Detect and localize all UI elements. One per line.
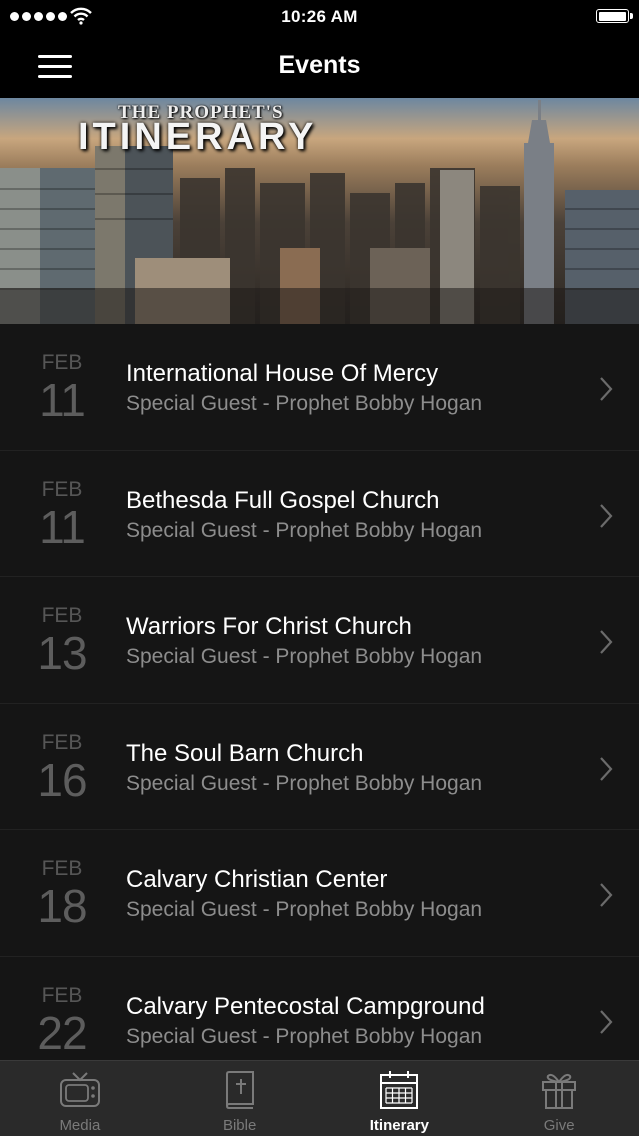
event-list: FEB 11 International House Of Mercy Spec… [0, 324, 639, 1060]
event-day: 11 [39, 500, 86, 553]
chevron-right-icon [600, 503, 613, 528]
battery-icon [596, 9, 633, 23]
chevron-right-icon [600, 630, 613, 654]
event-subtitle: Special Guest - Prophet Bobby Hogan [126, 392, 483, 415]
event-day: 13 [37, 627, 87, 679]
status-bar: 10:26 AM [0, 0, 639, 34]
tab-bar: Media Bible Itinerary Give [0, 1060, 639, 1136]
event-month: FEB [41, 477, 83, 501]
event-row[interactable]: FEB 18 Calvary Christian Center Special … [0, 830, 639, 957]
calendar-icon [380, 1071, 419, 1109]
event-subtitle: Special Guest - Prophet Bobby Hogan [126, 518, 483, 542]
status-time: 10:26 AM [281, 7, 358, 26]
event-month: FEB [41, 351, 83, 374]
page-title: Events [278, 51, 361, 79]
event-day: 16 [37, 753, 87, 806]
event-month: FEB [41, 983, 83, 1007]
tab-label: Give [543, 1117, 575, 1134]
tv-icon [59, 1072, 100, 1107]
event-day: 22 [37, 1006, 87, 1059]
navigation-bar: Events [0, 34, 639, 98]
event-title: The Soul Barn Church [126, 739, 364, 767]
tab-media[interactable]: Media [0, 1061, 160, 1136]
tab-label: Media [59, 1117, 101, 1134]
event-row[interactable]: FEB 22 Calvary Pentecostal Campground Sp… [0, 956, 639, 1060]
chevron-right-icon [600, 756, 613, 781]
tab-bible[interactable]: Bible [160, 1061, 320, 1136]
banner-title: ITINERARY [78, 116, 318, 158]
event-title: Warriors For Christ Church [126, 613, 412, 640]
event-row[interactable]: FEB 16 The Soul Barn Church Special Gues… [0, 703, 639, 830]
event-subtitle: Special Guest - Prophet Bobby Hogan [126, 771, 483, 795]
tab-label: Itinerary [369, 1117, 429, 1134]
tab-give[interactable]: Give [479, 1061, 639, 1136]
chevron-right-icon [600, 883, 613, 907]
event-month: FEB [41, 730, 83, 754]
itinerary-banner-image: THE PROPHET'S ITINERARY [0, 98, 639, 324]
bible-icon [225, 1071, 254, 1109]
event-row[interactable]: FEB 11 International House Of Mercy Spec… [0, 324, 639, 451]
tab-label: Bible [222, 1117, 257, 1134]
event-title: Bethesda Full Gospel Church [126, 486, 440, 514]
event-row[interactable]: FEB 11 Bethesda Full Gospel Church Speci… [0, 450, 639, 577]
event-month: FEB [41, 857, 83, 880]
event-title: International House Of Mercy [126, 360, 439, 387]
tab-itinerary[interactable]: Itinerary [320, 1061, 480, 1136]
gift-icon [542, 1073, 577, 1109]
event-month: FEB [41, 604, 83, 627]
event-subtitle: Special Guest - Prophet Bobby Hogan [126, 898, 483, 921]
chevron-right-icon [600, 377, 613, 401]
event-subtitle: Special Guest - Prophet Bobby Hogan [126, 645, 483, 668]
event-subtitle: Special Guest - Prophet Bobby Hogan [126, 1024, 483, 1048]
event-row[interactable]: FEB 13 Warriors For Christ Church Specia… [0, 577, 639, 704]
event-day: 18 [37, 880, 87, 932]
chevron-right-icon [600, 1009, 613, 1034]
event-title: Calvary Pentecostal Campground [126, 992, 485, 1020]
event-day: 11 [39, 374, 86, 426]
event-title: Calvary Christian Center [126, 866, 388, 893]
